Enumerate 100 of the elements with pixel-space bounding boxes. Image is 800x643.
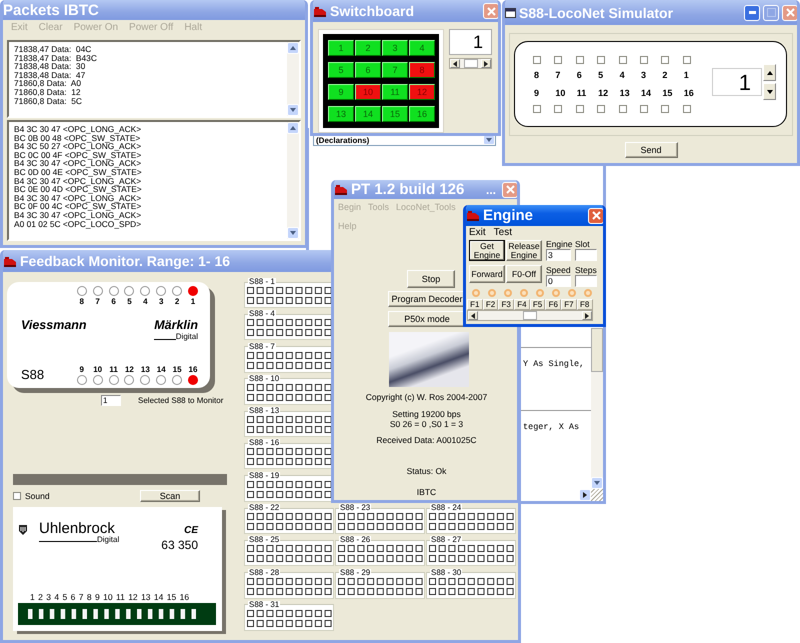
- scrollbar[interactable]: [449, 58, 492, 69]
- text-field[interactable]: [575, 275, 597, 287]
- function-button[interactable]: F3: [498, 299, 514, 310]
- down-arrow-icon: [290, 108, 296, 112]
- field-label: Slot: [575, 239, 591, 249]
- scroll-thumb[interactable]: [523, 311, 537, 320]
- function-button[interactable]: F8: [576, 299, 592, 310]
- message-line: BC 0F 00 4C <OPC_SW_STATE>: [14, 202, 142, 211]
- switch-button[interactable]: 11: [382, 84, 408, 100]
- scrollbar[interactable]: [591, 328, 603, 489]
- scroll-down-button[interactable]: [763, 83, 776, 100]
- checkbox[interactable]: [618, 56, 627, 64]
- function-button[interactable]: F5: [530, 299, 546, 310]
- send-button[interactable]: Send: [624, 142, 678, 158]
- function-button[interactable]: F4: [514, 299, 530, 310]
- scroll-down-button[interactable]: [287, 227, 299, 239]
- message-line: BC 0C 00 4F <OPC_SW_STATE>: [14, 150, 142, 160]
- scroll-up-button[interactable]: [287, 42, 299, 54]
- checkbox[interactable]: [554, 104, 562, 112]
- scroll-right-button[interactable]: [481, 59, 491, 68]
- switch-button[interactable]: 9: [328, 84, 354, 100]
- function-button[interactable]: F7: [561, 299, 577, 310]
- switch-button[interactable]: 6: [355, 62, 381, 78]
- command-button[interactable]: Get Engine: [469, 240, 505, 261]
- checkbox[interactable]: [533, 56, 541, 64]
- checkbox[interactable]: [554, 56, 562, 64]
- checkbox[interactable]: [576, 56, 584, 64]
- switch-button[interactable]: 1: [328, 40, 354, 56]
- module-field[interactable]: 1: [712, 68, 762, 96]
- checkbox[interactable]: [682, 56, 691, 64]
- function-button[interactable]: F2: [482, 299, 498, 310]
- input-number: 10: [554, 88, 566, 98]
- close-button[interactable]: [483, 3, 498, 19]
- close-button[interactable]: [588, 208, 603, 224]
- scrollbar[interactable]: [467, 310, 593, 321]
- scroll-left-button[interactable]: [468, 311, 478, 320]
- input-number: 1: [190, 297, 196, 306]
- command-button[interactable]: Program Decoder: [388, 291, 466, 307]
- function-button[interactable]: F1: [467, 299, 483, 310]
- close-button[interactable]: [782, 4, 797, 20]
- text-field[interactable]: [575, 249, 597, 261]
- checkbox[interactable]: [661, 104, 670, 112]
- switch-button[interactable]: 16: [409, 106, 435, 122]
- switch-button[interactable]: 4: [409, 40, 435, 56]
- checkbox[interactable]: [661, 56, 670, 64]
- switch-button[interactable]: 5: [328, 62, 354, 78]
- scroll-right-button[interactable]: [579, 489, 591, 501]
- checkbox[interactable]: [597, 104, 606, 112]
- function-button[interactable]: F6: [545, 299, 562, 310]
- minimize-button[interactable]: [744, 4, 760, 20]
- command-button[interactable]: P50x mode: [388, 311, 466, 327]
- scan-button[interactable]: Scan: [140, 490, 200, 502]
- checkbox[interactable]: [597, 56, 606, 64]
- command-button[interactable]: Stop: [407, 270, 455, 288]
- scroll-thumb[interactable]: [464, 59, 478, 68]
- command-button[interactable]: F0-Off: [506, 265, 542, 283]
- scroll-up-button[interactable]: [287, 122, 299, 134]
- text-field[interactable]: 3: [546, 249, 571, 261]
- field-label: Engine: [545, 239, 574, 249]
- checkbox[interactable]: [618, 104, 627, 112]
- scroll-up-button[interactable]: [763, 64, 776, 81]
- locomotive-icon: [334, 184, 348, 195]
- up-arrow-icon: [290, 46, 296, 50]
- command-button[interactable]: Release Engine: [506, 240, 542, 261]
- menu-item[interactable]: Test: [494, 227, 512, 238]
- message-line: B4 3C 30 47 <OPC_LONG_ACK>: [14, 159, 142, 168]
- switch-button[interactable]: 13: [328, 106, 354, 122]
- checkbox[interactable]: [576, 104, 584, 112]
- scroll-down-button[interactable]: [591, 477, 603, 489]
- checkbox[interactable]: [640, 56, 648, 64]
- checkbox[interactable]: [13, 492, 21, 500]
- scrollbar[interactable]: [287, 122, 299, 239]
- menu-item[interactable]: Exit: [469, 227, 486, 238]
- switch-button[interactable]: 3: [382, 40, 408, 56]
- command-button[interactable]: Forward: [469, 265, 505, 283]
- status-text: Received Data: A001025C: [376, 435, 477, 445]
- close-button[interactable]: [502, 182, 517, 198]
- switch-button[interactable]: 14: [355, 106, 381, 122]
- group-label: S88 - 29: [339, 568, 372, 577]
- switch-button[interactable]: 15: [382, 106, 408, 122]
- group-label: S88 - 25: [248, 536, 280, 544]
- window-icon: [505, 8, 516, 18]
- scroll-thumb[interactable]: [591, 328, 603, 372]
- scroll-left-button[interactable]: [450, 59, 460, 68]
- module-field[interactable]: 1: [101, 394, 121, 406]
- switch-button[interactable]: 2: [355, 40, 381, 56]
- input-number: 10: [103, 592, 113, 602]
- scrollbar[interactable]: [287, 42, 299, 116]
- scroll-right-button[interactable]: [582, 311, 592, 320]
- address-field[interactable]: 1: [449, 29, 492, 55]
- right-arrow-icon: [484, 60, 488, 66]
- text-field[interactable]: 0: [546, 275, 571, 287]
- scroll-down-button[interactable]: [287, 104, 299, 116]
- checkbox[interactable]: [682, 104, 691, 112]
- checkbox[interactable]: [533, 104, 541, 112]
- log-line: 71838,48 Data: 47: [14, 70, 86, 80]
- checkbox[interactable]: [640, 104, 648, 112]
- maximize-button[interactable]: [763, 4, 779, 20]
- switch-button[interactable]: 7: [382, 62, 408, 78]
- dropdown-button[interactable]: [483, 135, 495, 145]
